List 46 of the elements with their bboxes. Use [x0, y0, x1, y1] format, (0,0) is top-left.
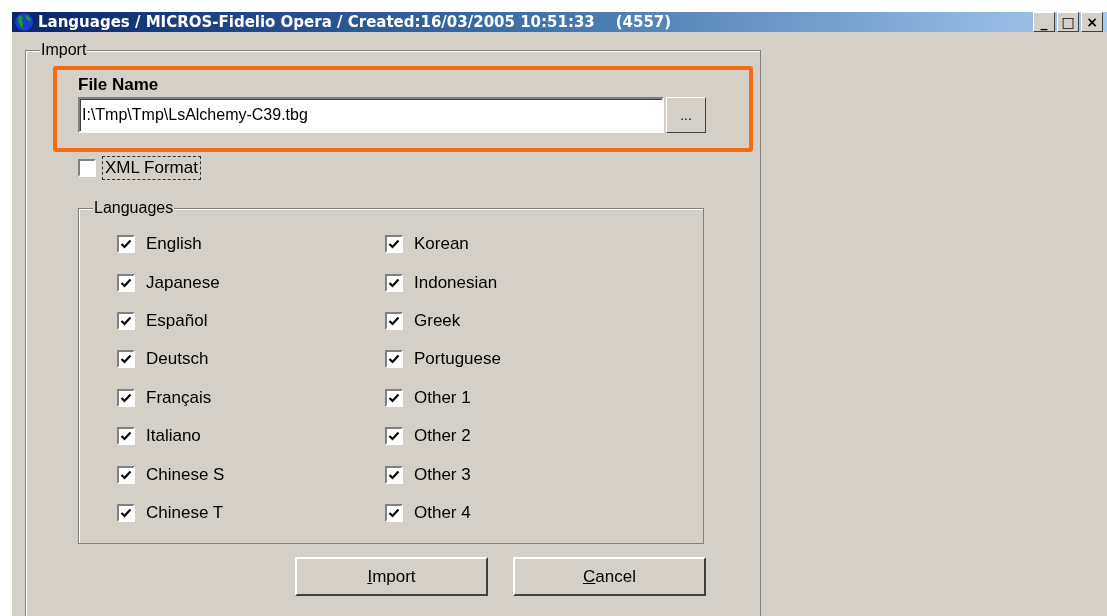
checkbox-label[interactable]: Other 3 [411, 462, 474, 487]
browse-button[interactable]: ... [666, 97, 706, 133]
checkbox[interactable] [385, 311, 403, 330]
checkbox-label[interactable]: Portuguese [411, 347, 504, 372]
checkbox-label[interactable]: Chinese T [143, 500, 227, 525]
minimize-button[interactable]: _ [1033, 12, 1055, 32]
checkbox-label[interactable]: Indonesian [411, 270, 501, 295]
field-label: File Name [78, 75, 160, 93]
checkbox-label[interactable]: XML Format [102, 156, 201, 180]
globe-icon [14, 12, 34, 32]
group-title: Languages [93, 199, 175, 217]
checkbox-label[interactable]: Other 2 [411, 424, 474, 449]
checkbox[interactable] [117, 311, 135, 330]
checkbox[interactable] [117, 235, 135, 254]
checkbox[interactable] [78, 159, 96, 177]
checkbox[interactable] [385, 427, 403, 446]
checkbox-label[interactable]: Japanese [143, 270, 223, 295]
checkbox-label[interactable]: Other 1 [411, 385, 474, 410]
group-title: Import [40, 41, 88, 59]
checkbox-label[interactable]: Other 4 [411, 500, 474, 525]
checkbox[interactable] [385, 350, 403, 369]
checkbox[interactable] [117, 465, 135, 484]
checkbox-label[interactable]: Italiano [143, 424, 204, 449]
checkbox[interactable] [117, 273, 135, 292]
checkbox[interactable] [117, 503, 135, 522]
checkbox-label[interactable]: English [143, 232, 205, 257]
checkbox-label[interactable]: Deutsch [143, 347, 212, 372]
checkbox[interactable] [117, 427, 135, 446]
file-name-field[interactable]: I:\Tmp\Tmp\LsAlchemy-C39.tbg [78, 97, 664, 133]
checkbox-label[interactable]: Français [143, 385, 215, 410]
cancel-button[interactable]: Cancel [513, 557, 706, 596]
checkbox[interactable] [385, 503, 403, 522]
checkbox-label[interactable]: Greek [411, 308, 464, 333]
checkbox[interactable] [385, 273, 403, 292]
checkbox[interactable] [385, 235, 403, 254]
checkbox-label[interactable]: Korean [411, 232, 472, 257]
close-button[interactable]: × [1081, 12, 1103, 32]
maximize-button[interactable]: □ [1057, 12, 1079, 32]
window-title: Languages / MICROS-Fidelio Opera / Created:16/03/2005 10:51:33 (4557) [38, 13, 673, 31]
checkbox[interactable] [385, 388, 403, 407]
checkbox[interactable] [117, 350, 135, 369]
checkbox-label[interactable]: Español [143, 308, 211, 333]
import-button[interactable]: Import [295, 557, 488, 596]
checkbox-label[interactable]: Chinese S [143, 462, 228, 487]
checkbox[interactable] [385, 465, 403, 484]
checkbox[interactable] [117, 388, 135, 407]
